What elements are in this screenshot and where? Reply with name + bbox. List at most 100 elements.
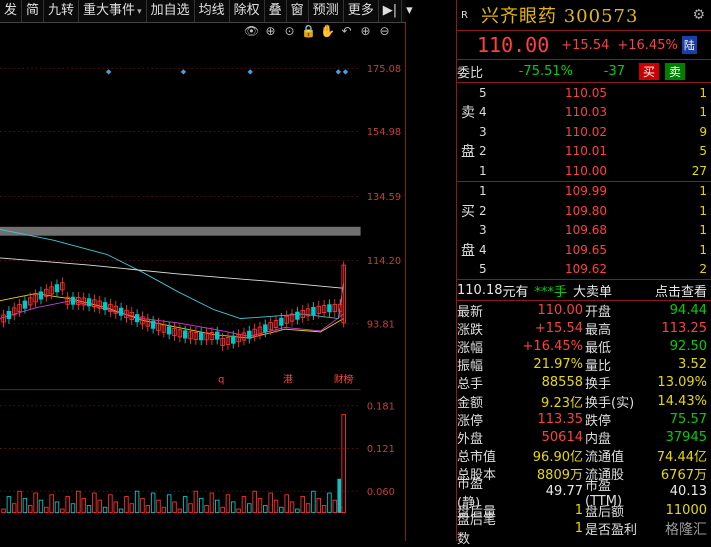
kline-chart[interactable]: 175.08 154.98 134.59 114.20 93.81 0.181 0.121 0… bbox=[0, 23, 406, 541]
volume-bar bbox=[150, 492, 156, 514]
candle-body bbox=[38, 291, 44, 300]
candle-body bbox=[22, 300, 28, 309]
book-level: 3 bbox=[479, 124, 487, 139]
toolbar-item-add-watchlist[interactable]: 加自选 bbox=[147, 0, 195, 22]
volume-bar bbox=[327, 492, 332, 514]
volume-bar bbox=[81, 497, 86, 514]
volume-bar bbox=[337, 478, 342, 513]
book-level: 3 bbox=[479, 223, 487, 238]
event-diamond bbox=[342, 69, 349, 75]
toolbar-item-window[interactable]: 窗 bbox=[287, 0, 309, 22]
volume-bar bbox=[198, 497, 204, 514]
volume-bar bbox=[44, 506, 49, 514]
summary-price: 110.18 bbox=[457, 282, 503, 298]
bid-row[interactable]: 买 2 109.80 1 bbox=[457, 201, 711, 221]
volume-bar bbox=[332, 499, 337, 514]
candle-body bbox=[295, 311, 300, 320]
toolbar-item-more[interactable]: 更多 bbox=[344, 0, 379, 22]
chevron-down-icon[interactable]: ▾ bbox=[402, 0, 417, 22]
candle-body bbox=[231, 335, 236, 344]
chevron-down-icon: ▾ bbox=[137, 7, 142, 17]
bid-row[interactable]: 3 109.68 1 bbox=[457, 221, 711, 241]
quote-panel: R 兴齐眼药 300573 ⚙ 110.00 +15.54 +16.45% 陆 … bbox=[457, 0, 711, 547]
price-change: +15.54 bbox=[561, 37, 610, 53]
quote-header: R 兴齐眼药 300573 ⚙ bbox=[457, 0, 711, 31]
volume-bar bbox=[316, 497, 321, 514]
stat-label: 最高 bbox=[585, 322, 612, 338]
ask-row[interactable]: 盘 2 110.01 5 bbox=[457, 142, 711, 162]
toolbar-item-forecast[interactable]: 预测 bbox=[309, 0, 344, 22]
last-price: 110.00 bbox=[477, 33, 550, 57]
ask-row[interactable]: 1 110.00 27 bbox=[457, 161, 711, 181]
volume-bar bbox=[161, 506, 167, 514]
book-level: 4 bbox=[479, 105, 487, 120]
stat-label: 盘后额 bbox=[585, 504, 625, 520]
summary-stars: ***手 bbox=[534, 284, 568, 300]
volume-bar bbox=[33, 492, 38, 514]
volume-bar bbox=[6, 496, 12, 514]
volume-bar bbox=[300, 496, 305, 514]
candle-body bbox=[166, 326, 172, 335]
bid-row[interactable]: 1 109.99 1 bbox=[457, 182, 711, 202]
ask-row[interactable]: 卖 4 110.03 1 bbox=[457, 103, 711, 123]
stat-label: 盘后笔数 bbox=[457, 513, 497, 547]
market-badge: 陆 bbox=[681, 36, 697, 54]
volume-bar bbox=[12, 503, 17, 514]
stat-label: 振幅 bbox=[457, 359, 484, 375]
book-level: 2 bbox=[479, 203, 487, 218]
ask-row[interactable]: 3 110.02 9 bbox=[457, 122, 711, 142]
book-side-label: 卖 bbox=[461, 105, 475, 122]
bid-row[interactable]: 5 109.62 2 bbox=[457, 260, 711, 280]
event-marker: q bbox=[218, 375, 224, 386]
toolbar-item-ma[interactable]: 均线 bbox=[195, 0, 230, 22]
buy-button[interactable]: 买 bbox=[639, 62, 660, 80]
volume-bar bbox=[220, 506, 225, 514]
toolbar-item-jiuzhuan[interactable]: 九转 bbox=[44, 0, 80, 22]
book-price: 109.99 bbox=[565, 184, 607, 199]
weibi-value: -75.51% bbox=[518, 63, 573, 79]
book-price: 110.02 bbox=[565, 124, 607, 139]
book-volume: 1 bbox=[699, 184, 707, 199]
price-tick-label: 154.98 bbox=[367, 127, 401, 138]
book-side-label: 盘 bbox=[461, 144, 475, 161]
sell-button[interactable]: 卖 bbox=[665, 62, 686, 80]
volume-bar bbox=[28, 505, 33, 514]
stats-row: 总市值 96.90亿 流通值 74.44亿 bbox=[457, 447, 711, 465]
stat-label: 涨停 bbox=[457, 413, 484, 429]
gear-icon[interactable]: ⚙ bbox=[692, 7, 705, 23]
nav-end-icon[interactable]: ▶| bbox=[379, 0, 403, 22]
stats-table: 最新 110.00 开盘 94.44 涨跌 +15.54 最高 113.25 涨幅 +16.45%… bbox=[457, 301, 711, 547]
volume-bar bbox=[188, 503, 193, 514]
candle-body bbox=[86, 298, 92, 307]
stats-row: 市盈(静) 49.77 市盈(TTM) 40.13 bbox=[457, 477, 711, 511]
volume-bar bbox=[273, 499, 279, 514]
stat-value: +16.45% bbox=[522, 338, 583, 354]
volume-bar bbox=[38, 499, 44, 514]
stat-label: 金额 bbox=[457, 395, 484, 411]
volume-bar bbox=[108, 494, 113, 514]
stats-row: 外盘 50614 内盘 37945 bbox=[457, 428, 711, 447]
stat-label: 涨幅 bbox=[457, 340, 484, 356]
stats-row: 振幅 21.97% 量比 3.52 bbox=[457, 356, 711, 374]
bid-row[interactable]: 盘 4 109.65 1 bbox=[457, 240, 711, 260]
toolbar-item-jian[interactable]: 简 bbox=[22, 0, 45, 22]
stat-value: 113.25 bbox=[661, 320, 708, 336]
stat-label: 开盘 bbox=[585, 304, 612, 320]
toolbar-item-overlay[interactable]: 叠 bbox=[265, 0, 287, 22]
toolbar-item-exright[interactable]: 除权 bbox=[230, 0, 265, 22]
toolbar-item-major-events[interactable]: 重大事件 ▾ bbox=[79, 0, 147, 22]
price-tick-label: 114.20 bbox=[367, 256, 401, 267]
book-volume: 1 bbox=[699, 105, 707, 120]
stat-value: 9.23亿 bbox=[541, 395, 583, 411]
ask-row[interactable]: 5 110.05 1 bbox=[457, 83, 711, 103]
stats-row: 涨跌 +15.54 最高 113.25 bbox=[457, 319, 711, 338]
event-marker: 财榜 bbox=[334, 373, 354, 386]
toolbar-item-fa[interactable]: 发 bbox=[0, 0, 23, 22]
weicha-value: -37 bbox=[603, 63, 625, 79]
view-details-link[interactable]: 点击查看 bbox=[655, 281, 707, 300]
book-level: 5 bbox=[479, 85, 487, 100]
event-diamond bbox=[105, 69, 112, 75]
bid-book: 1 109.99 1 买 2 109.80 1 3 109.68 1 盘 4 109.65 1 5 109.6… bbox=[457, 182, 711, 280]
major-events-label: 重大事件 bbox=[83, 3, 136, 18]
candle-body bbox=[182, 330, 188, 339]
